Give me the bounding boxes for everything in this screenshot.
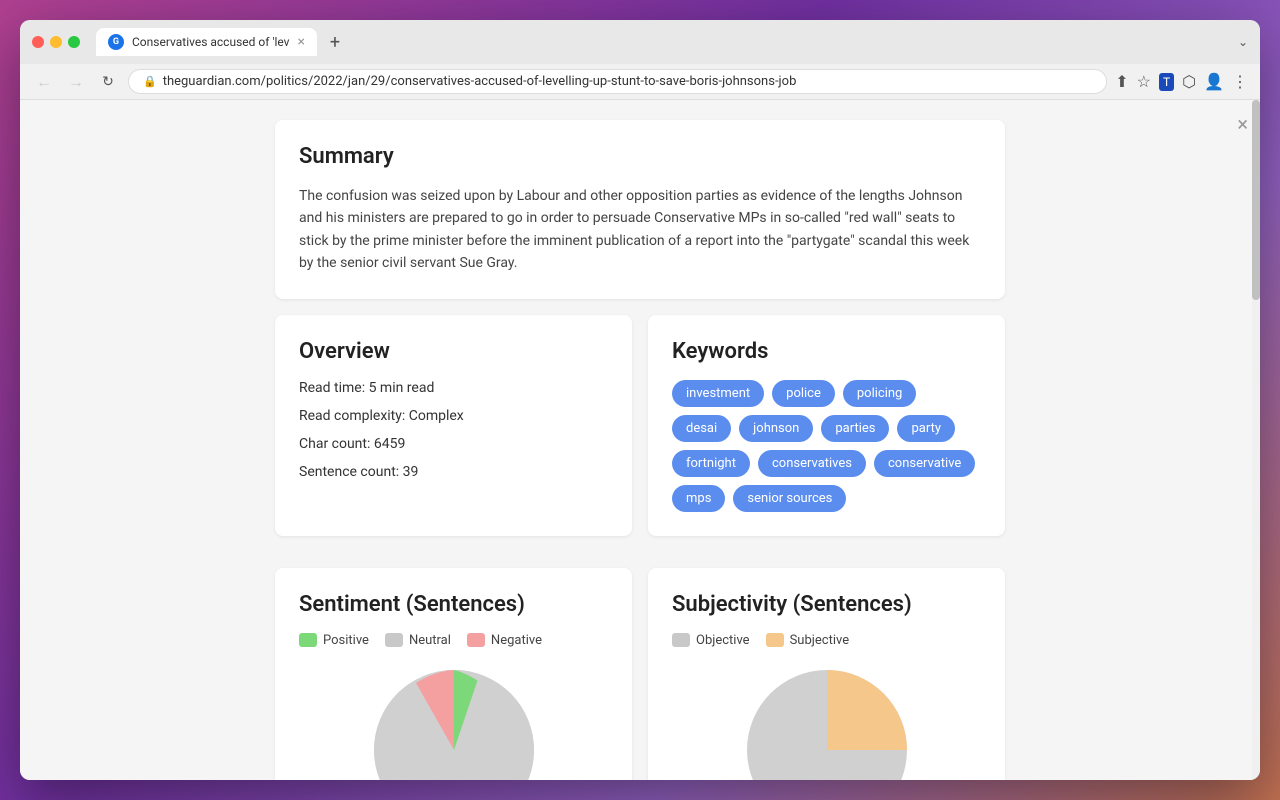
forward-button[interactable]: → [64, 70, 88, 94]
tabs-chevron-icon[interactable]: ⌄ [1238, 35, 1248, 49]
page-content: × Summary The confusion was seized upon … [20, 100, 1260, 780]
subjectivity-title: Subjectivity (Sentences) [672, 592, 981, 617]
extension1-icon[interactable]: T [1159, 73, 1174, 91]
keyword-tag[interactable]: desai [672, 415, 731, 442]
new-tab-button[interactable]: + [321, 28, 349, 56]
objective-legend-item: Objective [672, 633, 750, 648]
char-count-stat: Char count: 6459 [299, 436, 608, 452]
keyword-tag[interactable]: party [897, 415, 955, 442]
negative-legend-item: Negative [467, 633, 542, 648]
subjectivity-legend: Objective Subjective [672, 633, 981, 648]
profile-icon[interactable]: 👤 [1204, 72, 1224, 91]
tab-title: Conservatives accused of 'lev [132, 35, 290, 49]
menu-icon[interactable]: ⋮ [1232, 72, 1248, 91]
tab-bar: G Conservatives accused of 'lev × + [96, 28, 1230, 56]
subjective-legend-dot [766, 633, 784, 647]
back-button[interactable]: ← [32, 70, 56, 94]
overview-card: Overview Read time: 5 min read Read comp… [275, 315, 632, 536]
traffic-lights [32, 36, 80, 48]
title-bar: G Conservatives accused of 'lev × + ⌄ [20, 20, 1260, 64]
address-input[interactable]: 🔒 theguardian.com/politics/2022/jan/29/c… [128, 69, 1107, 94]
summary-title: Summary [299, 144, 981, 169]
complexity-stat: Read complexity: Complex [299, 408, 608, 424]
keywords-grid: investment police policing desai johnson part… [672, 380, 981, 512]
negative-legend-dot [467, 633, 485, 647]
scrollbar-track [1252, 100, 1260, 780]
positive-legend-dot [299, 633, 317, 647]
keyword-tag[interactable]: mps [672, 485, 725, 512]
subjectivity-pie-container [672, 660, 981, 780]
lock-icon: 🔒 [143, 75, 157, 88]
close-overlay-button[interactable]: × [1237, 112, 1248, 136]
sentiment-card: Sentiment (Sentences) Positive Neutral [275, 568, 632, 780]
subjective-legend-item: Subjective [766, 633, 850, 648]
summary-text: The confusion was seized upon by Labour … [299, 185, 981, 275]
sentiment-legend: Positive Neutral Negative [299, 633, 608, 648]
refresh-button[interactable]: ↻ [96, 70, 120, 94]
minimize-traffic-light[interactable] [50, 36, 62, 48]
neutral-legend-dot [385, 633, 403, 647]
toolbar-right: ⬆ ☆ T ⬡ 👤 ⋮ [1115, 72, 1248, 91]
keyword-tag[interactable]: police [772, 380, 835, 407]
address-text: theguardian.com/politics/2022/jan/29/con… [163, 74, 797, 89]
sentiment-title: Sentiment (Sentences) [299, 592, 608, 617]
sentiment-pie-container [299, 660, 608, 780]
maximize-traffic-light[interactable] [68, 36, 80, 48]
positive-legend-item: Positive [299, 633, 369, 648]
tab-favicon: G [108, 34, 124, 50]
keywords-card: Keywords investment police policing desaijo… [648, 315, 1005, 536]
bookmark-icon[interactable]: ☆ [1137, 72, 1151, 91]
charts-row: Sentiment (Sentences) Positive Neutral [275, 568, 1005, 780]
subjectivity-card: Subjectivity (Sentences) Objective Subje… [648, 568, 1005, 780]
keywords-title: Keywords [672, 339, 981, 364]
neutral-legend-item: Neutral [385, 633, 451, 648]
scrollbar-thumb[interactable] [1252, 100, 1260, 300]
read-time-stat: Read time: 5 min read [299, 380, 608, 396]
overview-keywords-row: Overview Read time: 5 min read Read comp… [275, 315, 1005, 552]
neutral-legend-label: Neutral [409, 633, 451, 648]
sentence-count-stat: Sentence count: 39 [299, 464, 608, 480]
positive-legend-label: Positive [323, 633, 369, 648]
keyword-tag[interactable]: investment [672, 380, 764, 407]
address-bar: ← → ↻ 🔒 theguardian.com/politics/2022/ja… [20, 64, 1260, 100]
negative-legend-label: Negative [491, 633, 542, 648]
extension2-icon[interactable]: ⬡ [1182, 72, 1196, 91]
keyword-tag[interactable]: conservative [874, 450, 975, 477]
browser-window: G Conservatives accused of 'lev × + ⌄ ← … [20, 20, 1260, 780]
sentiment-pie-chart [364, 660, 544, 780]
keyword-tag[interactable]: johnson [739, 415, 813, 442]
keyword-tag[interactable]: parties [821, 415, 889, 442]
share-icon[interactable]: ⬆ [1115, 72, 1128, 91]
content-wrapper: Summary The confusion was seized upon by… [275, 120, 1005, 780]
keyword-tag[interactable]: senior sources [733, 485, 846, 512]
objective-legend-label: Objective [696, 633, 750, 648]
keyword-tag[interactable]: policing [843, 380, 916, 407]
keyword-tag[interactable]: fortnight [672, 450, 750, 477]
subjectivity-pie-chart [737, 660, 917, 780]
tab-bar-right: ⌄ [1238, 35, 1248, 49]
keyword-tag[interactable]: conservatives [758, 450, 866, 477]
tab-close-button[interactable]: × [298, 35, 305, 49]
objective-legend-dot [672, 633, 690, 647]
active-tab[interactable]: G Conservatives accused of 'lev × [96, 28, 317, 56]
overview-title: Overview [299, 339, 608, 364]
summary-card: Summary The confusion was seized upon by… [275, 120, 1005, 299]
close-traffic-light[interactable] [32, 36, 44, 48]
subjective-legend-label: Subjective [790, 633, 850, 648]
